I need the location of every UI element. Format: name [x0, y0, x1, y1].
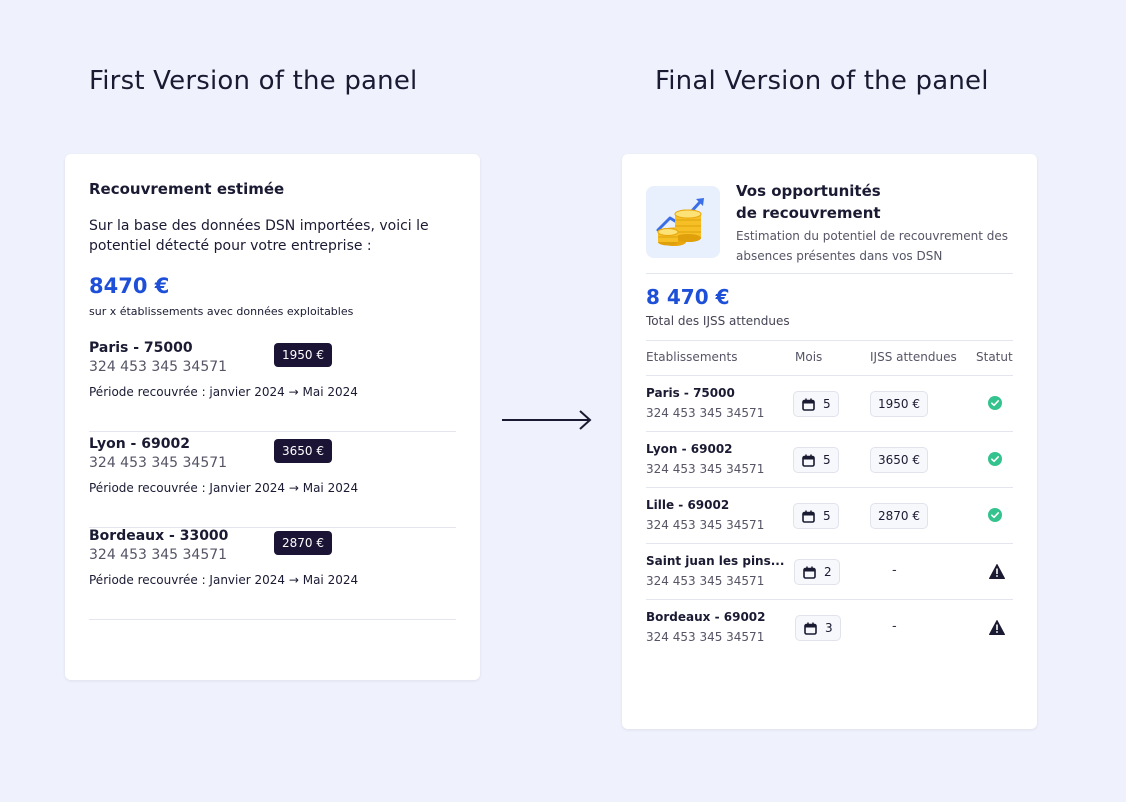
calendar-icon: [802, 510, 815, 523]
mois-chip: 3: [795, 615, 841, 641]
recovery-period: Période recouvrée : janvier 2024 → Mai 2…: [89, 385, 358, 399]
amount-badge: 3650 €: [274, 439, 332, 463]
total-amount: 8470 €: [89, 274, 170, 298]
check-circle-icon: [988, 396, 1002, 410]
mois-value: 3: [825, 621, 833, 635]
mois-chip: 2: [794, 559, 840, 585]
establishment-name: Saint juan les pins...: [646, 554, 785, 568]
establishment-item: Bordeaux - 33000 324 453 345 34571 2870 …: [89, 528, 456, 620]
final-version-panel: Vos opportunités de recouvrement Estimat…: [622, 154, 1037, 729]
mois-value: 2: [824, 565, 832, 579]
amount-badge: 1950 €: [274, 343, 332, 367]
panel-title-line2: de recouvrement: [736, 204, 881, 222]
establishment-name: Lyon - 69002: [646, 442, 733, 456]
check-circle-icon: [988, 508, 1002, 522]
table-row[interactable]: Bordeaux - 69002 324 453 345 34571 3 -: [646, 600, 1013, 656]
heading-first-version: First Version of the panel: [89, 66, 418, 96]
establishment-siret: 324 453 345 34571: [89, 547, 228, 563]
amount-subtitle: Total des IJSS attendues: [646, 314, 790, 328]
calendar-icon: [803, 566, 816, 579]
establishment-siret: 324 453 345 34571: [646, 462, 765, 476]
establishment-name: Bordeaux - 33000: [89, 528, 229, 544]
coins-growth-icon: [646, 186, 720, 258]
check-circle-icon: [988, 452, 1002, 466]
divider: [646, 273, 1013, 274]
mois-value: 5: [823, 509, 831, 523]
establishment-siret: 324 453 345 34571: [89, 359, 228, 375]
ijss-chip: 3650 €: [870, 447, 928, 473]
table-row[interactable]: Lyon - 69002 324 453 345 34571 5 3650 €: [646, 432, 1013, 488]
heading-final-version: Final Version of the panel: [655, 66, 989, 96]
panel-title-line1: Vos opportunités: [736, 182, 881, 200]
calendar-icon: [802, 398, 815, 411]
mois-chip: 5: [793, 447, 839, 473]
establishment-siret: 324 453 345 34571: [646, 406, 765, 420]
establishment-name: Bordeaux - 69002: [646, 610, 766, 624]
panel-description: Sur la base des données DSN importées, v…: [89, 218, 429, 254]
table-row[interactable]: Paris - 75000 324 453 345 34571 5 1950 €: [646, 376, 1013, 432]
warning-triangle-icon: [989, 564, 1005, 579]
ijss-value-empty: -: [892, 563, 897, 578]
recovery-period: Période recouvrée : Janvier 2024 → Mai 2…: [89, 481, 359, 495]
table-row[interactable]: Lille - 69002 324 453 345 34571 5 2870 €: [646, 488, 1013, 544]
panel-description: Estimation du potentiel de recouvrement …: [736, 229, 1008, 263]
ijss-value-empty: -: [892, 619, 897, 634]
ijss-chip: 2870 €: [870, 503, 928, 529]
table-row[interactable]: Saint juan les pins... 324 453 345 34571…: [646, 544, 1013, 600]
amount-badge: 2870 €: [274, 531, 332, 555]
mois-chip: 5: [793, 503, 839, 529]
column-header-statut: Statut: [976, 350, 1013, 364]
arrow-right-icon: [502, 410, 592, 430]
establishment-name: Paris - 75000: [89, 340, 193, 356]
divider: [646, 340, 1013, 341]
establishment-siret: 324 453 345 34571: [646, 574, 765, 588]
establishment-name: Lyon - 69002: [89, 436, 190, 452]
first-version-panel: Recouvrement estimée Sur la base des don…: [65, 154, 480, 680]
total-amount: 8 470 €: [646, 285, 730, 309]
mois-chip: 5: [793, 391, 839, 417]
establishment-name: Lille - 69002: [646, 498, 730, 512]
establishment-item: Lyon - 69002 324 453 345 34571 3650 € Pé…: [89, 436, 456, 528]
column-header-ijss: IJSS attendues: [870, 350, 957, 364]
panel-title: Recouvrement estimée: [89, 180, 285, 198]
establishment-siret: 324 453 345 34571: [89, 455, 228, 471]
column-header-etablissements: Etablissements: [646, 350, 738, 364]
calendar-icon: [804, 622, 817, 635]
establishment-item: Paris - 75000 324 453 345 34571 1950 € P…: [89, 340, 456, 432]
panel-title: Vos opportunités de recouvrement: [736, 180, 881, 224]
calendar-icon: [802, 454, 815, 467]
column-header-mois: Mois: [795, 350, 823, 364]
recovery-period: Période recouvrée : Janvier 2024 → Mai 2…: [89, 573, 359, 587]
amount-subtitle: sur x établissements avec données exploi…: [89, 305, 354, 318]
mois-value: 5: [823, 453, 831, 467]
establishment-siret: 324 453 345 34571: [646, 630, 765, 644]
establishment-siret: 324 453 345 34571: [646, 518, 765, 532]
warning-triangle-icon: [989, 620, 1005, 635]
establishment-name: Paris - 75000: [646, 386, 735, 400]
mois-value: 5: [823, 397, 831, 411]
ijss-chip: 1950 €: [870, 391, 928, 417]
